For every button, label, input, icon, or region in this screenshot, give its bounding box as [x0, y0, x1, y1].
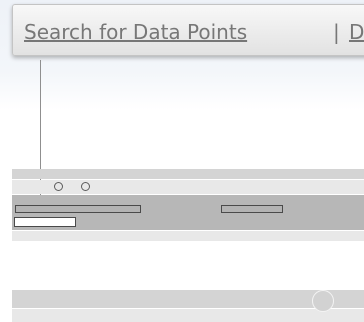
text-field[interactable]: [14, 217, 76, 227]
nav-link-search-data-points[interactable]: Search for Data Points: [24, 20, 247, 44]
slider-knob[interactable]: [312, 290, 334, 312]
nav-separator: |: [333, 20, 340, 44]
field-slot-2[interactable]: [221, 205, 283, 213]
row-band-options: [12, 180, 364, 194]
radio-option-2[interactable]: [81, 182, 90, 191]
nav-link-second[interactable]: D: [349, 20, 364, 44]
radio-option-1[interactable]: [54, 182, 63, 191]
row-band: [12, 231, 364, 241]
page: Search for Data Points | D: [0, 0, 364, 322]
row-band: [12, 309, 364, 322]
row-band: [12, 169, 364, 179]
field-slot-1[interactable]: [15, 205, 141, 213]
nav-bar: Search for Data Points | D: [12, 4, 364, 56]
